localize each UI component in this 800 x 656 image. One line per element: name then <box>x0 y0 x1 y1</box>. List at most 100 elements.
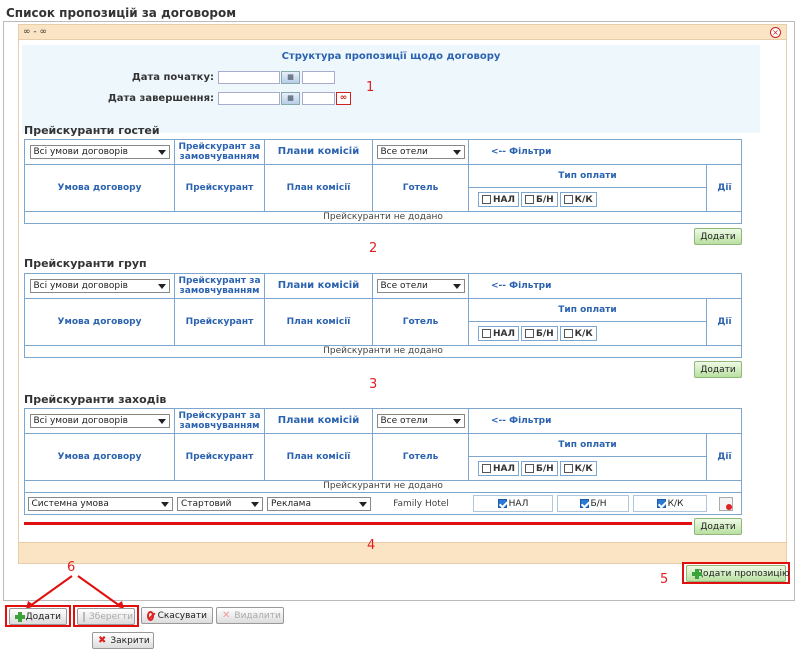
pricelist-table-groups: Всі умови договорів Прейскурант за замов… <box>24 273 742 358</box>
checkbox[interactable] <box>563 195 573 204</box>
checkbox[interactable] <box>482 195 491 204</box>
close-circle-icon[interactable]: × <box>770 27 781 38</box>
checkbox[interactable] <box>524 195 534 204</box>
filters-link[interactable]: <-- Фільтри <box>469 140 742 164</box>
structure-block: Структура пропозиції щодо договору <box>22 45 760 133</box>
commission-plan-header: План комісії <box>265 434 373 480</box>
filters-link[interactable]: <-- Фільтри <box>469 274 742 298</box>
select-value: Реклама <box>271 499 311 509</box>
infinity-icon[interactable]: ∞ <box>336 92 351 105</box>
commission-plans-header: Плани комісій <box>265 274 373 298</box>
pay-cash-filter[interactable]: НАЛ <box>478 461 519 476</box>
contract-condition-header: Умова договору <box>25 165 175 211</box>
checkbox[interactable] <box>497 499 507 508</box>
conditions-select[interactable]: Всі умови договорів <box>29 414 170 428</box>
hotel-select[interactable]: Все отели <box>376 279 465 293</box>
row-pay-card[interactable]: К/К <box>633 495 707 512</box>
pay-card-filter[interactable]: К/К <box>559 461 597 476</box>
highlight-line <box>24 522 692 525</box>
select-value: Все отели <box>380 281 428 291</box>
commission-plans-header: Плани комісій <box>265 140 373 164</box>
conditions-select[interactable]: Всі умови договорів <box>29 279 170 293</box>
hotel-select[interactable]: Все отели <box>376 414 465 428</box>
checkbox-label: К/К <box>574 463 593 474</box>
row-pay-cash[interactable]: НАЛ <box>473 495 553 512</box>
checkbox[interactable] <box>482 329 491 338</box>
end-date-label: Дата завершення: <box>107 93 214 104</box>
button-label: Зберегти <box>89 611 133 622</box>
checkbox[interactable] <box>524 464 534 473</box>
save-button[interactable]: Зберегти <box>77 608 135 625</box>
checkbox-label: НАЛ <box>493 194 515 205</box>
checkbox[interactable] <box>563 464 573 473</box>
pricelist-header: Прейскурант <box>175 434 265 480</box>
close-button[interactable]: ✖ Закрити <box>92 632 154 649</box>
chevron-down-icon <box>452 419 461 424</box>
start-date-label: Дата початку: <box>131 72 214 83</box>
chevron-down-icon <box>452 284 461 289</box>
add-button[interactable]: Додати <box>9 608 67 625</box>
annotation-2: 2 <box>369 241 378 256</box>
pricelist-table-guests: Всі умови договорів Прейскурант за замов… <box>24 139 742 224</box>
row-condition-select[interactable]: Системна умова <box>27 497 173 511</box>
default-pricelist-header: Прейскурант за замовчуванням <box>175 409 265 433</box>
annotation-5: 5 <box>660 572 669 587</box>
checkbox[interactable] <box>482 464 491 473</box>
calendar-icon[interactable]: ▦ <box>281 92 300 105</box>
chevron-down-icon <box>157 419 166 424</box>
button-label: Додати пропозицію <box>696 568 790 579</box>
chevron-down-icon <box>157 150 166 155</box>
checkbox-label: К/К <box>574 328 593 339</box>
pay-noncash-filter[interactable]: Б/Н <box>520 192 558 207</box>
conditions-select[interactable]: Всі умови договорів <box>29 145 170 159</box>
commission-plans-header: Плани комісій <box>265 409 373 433</box>
empty-message: Прейскуранти не додано <box>25 481 741 493</box>
checkbox[interactable] <box>563 329 573 338</box>
section-title: Прейскуранти гостей <box>24 124 160 137</box>
hotel-header: Готель <box>373 434 469 480</box>
add-pricelist-button[interactable]: Додати <box>694 361 742 378</box>
checkbox[interactable] <box>579 499 589 508</box>
select-value: Всі умови договорів <box>33 147 128 157</box>
checkbox-label: К/К <box>667 498 684 509</box>
button-label: Закрити <box>110 635 150 646</box>
row-pricelist-select[interactable]: Стартовий <box>177 497 263 511</box>
chevron-down-icon <box>452 150 461 155</box>
hotel-header: Готель <box>373 165 469 211</box>
row-pay-noncash[interactable]: Б/Н <box>557 495 629 512</box>
pricelist-header: Прейскурант <box>175 299 265 345</box>
checkbox[interactable] <box>656 499 666 508</box>
plus-icon <box>15 611 25 622</box>
cancel-button[interactable]: Скасувати <box>141 607 213 624</box>
start-date-input[interactable] <box>218 71 280 84</box>
pay-noncash-filter[interactable]: Б/Н <box>520 326 558 341</box>
button-label: Скасувати <box>157 610 207 621</box>
select-value: Всі умови договорів <box>33 281 128 291</box>
payment-type-header: Тип оплати <box>469 434 706 457</box>
select-value: Все отели <box>380 416 428 426</box>
delete-row-icon[interactable] <box>719 497 733 511</box>
pay-cash-filter[interactable]: НАЛ <box>478 326 519 341</box>
panel-period: ∞ - ∞ <box>23 27 47 37</box>
add-pricelist-button[interactable]: Додати <box>694 518 742 535</box>
button-label: Додати <box>25 611 61 622</box>
start-time-input[interactable] <box>302 71 335 84</box>
calendar-icon[interactable]: ▦ <box>281 71 300 84</box>
row-plan-select[interactable]: Реклама <box>267 497 371 511</box>
empty-message: Прейскуранти не додано <box>323 346 443 356</box>
pay-cash-filter[interactable]: НАЛ <box>478 192 519 207</box>
pay-card-filter[interactable]: К/К <box>559 192 597 207</box>
end-time-input[interactable] <box>302 92 335 105</box>
delete-button[interactable]: ✕ Видалити <box>216 607 284 624</box>
add-pricelist-button[interactable]: Додати <box>694 228 742 245</box>
pay-card-filter[interactable]: К/К <box>559 326 597 341</box>
checkbox[interactable] <box>524 329 534 338</box>
end-date-input[interactable] <box>218 92 280 105</box>
hotel-select[interactable]: Все отели <box>376 145 465 159</box>
filters-link[interactable]: <-- Фільтри <box>469 409 742 433</box>
pay-noncash-filter[interactable]: Б/Н <box>520 461 558 476</box>
add-offer-button[interactable]: Додати пропозицію <box>686 565 790 582</box>
select-value: Системна умова <box>31 499 109 509</box>
commission-plan-header: План комісії <box>265 299 373 345</box>
actions-header: Дії <box>717 183 732 193</box>
